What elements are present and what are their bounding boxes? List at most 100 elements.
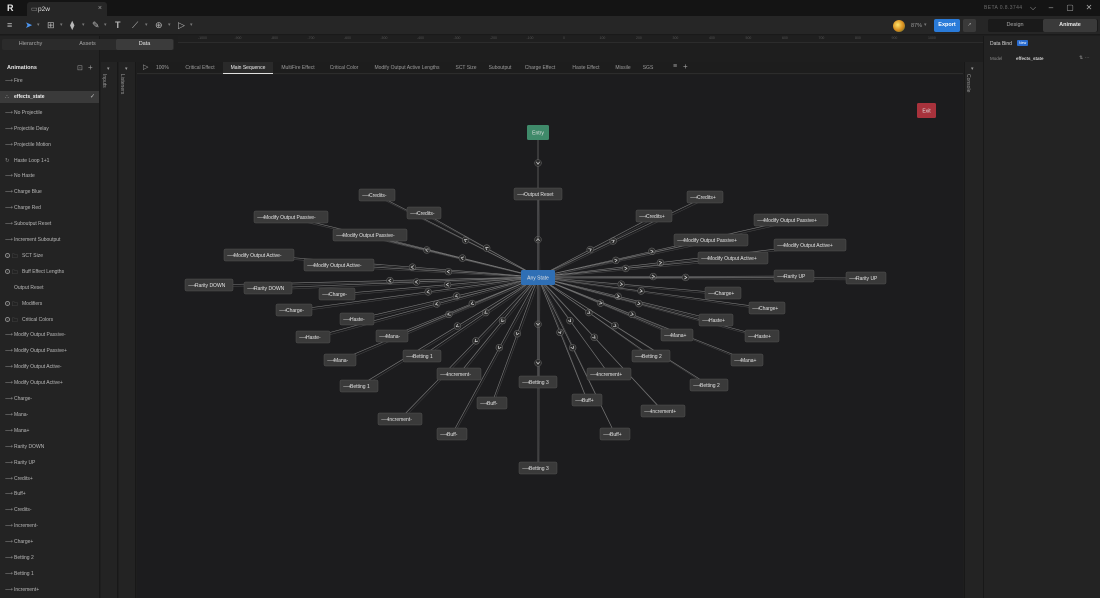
state-node[interactable]: ⟶ Buff- xyxy=(436,427,468,441)
state-node[interactable]: ⟶ Modify Output Passive+ xyxy=(753,213,829,227)
animate-mode-tab[interactable]: Animate xyxy=(1043,19,1097,32)
listeners-panel-collapsed[interactable]: ▾ Listeners xyxy=(119,62,136,598)
model-options-icon[interactable]: ⇅ ⋯ xyxy=(1079,55,1090,61)
animation-item[interactable]: ⟶ Credits+ xyxy=(0,473,99,485)
animation-item[interactable]: ↻ Haste Loop 1+1 xyxy=(0,155,99,167)
animation-item[interactable]: ⟶ Increment Suboutput xyxy=(0,234,99,246)
exit-node[interactable]: Exit xyxy=(917,103,936,118)
transition-line[interactable] xyxy=(424,214,541,279)
transition-line[interactable] xyxy=(421,276,539,357)
animation-item[interactable]: ⟶ Charge Blue xyxy=(0,186,99,198)
minimize-icon[interactable]: – xyxy=(1045,3,1057,12)
shape-tool-icon[interactable]: ⧫ xyxy=(70,20,74,30)
transition-line[interactable] xyxy=(452,277,541,437)
state-machine-item[interactable]: ⛬ effects_state ✓ xyxy=(0,90,99,103)
new-folder-icon[interactable]: ⊡ xyxy=(77,64,83,72)
close-window-icon[interactable]: ✕ xyxy=(1083,3,1095,12)
state-node[interactable]: ⟶ Modify Output Active- xyxy=(223,248,295,262)
transition-line[interactable] xyxy=(539,241,713,279)
state-node[interactable]: ⟶ Haste+ xyxy=(744,329,780,343)
state-node[interactable]: ⟶ Increment+ xyxy=(586,367,632,381)
state-node[interactable]: ⟶ Mana+ xyxy=(660,328,694,342)
state-node[interactable]: ⟶ Rarity DOWN xyxy=(184,278,234,292)
animation-item[interactable]: ⟶ Modify Output Passive+ xyxy=(0,345,99,357)
animation-item[interactable]: ⟶ Projectile Delay xyxy=(0,123,99,135)
state-node[interactable]: ⟶ Betting 3 xyxy=(518,461,558,475)
animation-item[interactable]: ⟶ Projectile Motion xyxy=(0,139,99,151)
animation-item[interactable]: ⟶ Modify Output Active- xyxy=(0,361,99,373)
transition-arrow-icon[interactable] xyxy=(637,287,645,295)
play-icon[interactable]: ▷ xyxy=(143,63,148,71)
transition-arrow-icon[interactable] xyxy=(412,278,421,286)
state-node[interactable]: ⟶ Credits+ xyxy=(635,209,673,223)
state-node[interactable]: ⟶ Credits- xyxy=(358,188,396,202)
animation-item[interactable]: ⟶ Charge+ xyxy=(0,536,99,548)
transition-line[interactable] xyxy=(537,219,792,278)
state-node[interactable]: ⟶ Charge+ xyxy=(704,286,742,300)
animation-item[interactable]: ⟶ Modify Output Active+ xyxy=(0,377,99,389)
chevron-down-icon[interactable]: ▾ xyxy=(82,22,85,28)
app-logo[interactable]: R xyxy=(7,3,17,13)
chevron-down-icon[interactable]: ▾ xyxy=(125,66,128,72)
state-node[interactable]: ⟶ Buff- xyxy=(476,396,508,410)
animation-item[interactable]: ⟶ Rarity DOWN xyxy=(0,441,99,453)
state-node[interactable]: ⟶ Rarity UP xyxy=(773,269,815,283)
transition-line[interactable] xyxy=(400,277,541,422)
collapse-icon[interactable]: ⌵ xyxy=(1027,3,1039,13)
graph-zoom[interactable]: 100% xyxy=(156,65,169,71)
animation-folder[interactable]: › 🗀 SCT Size xyxy=(0,250,99,262)
document-tab[interactable]: ▭ p2w × xyxy=(27,2,107,16)
pen-tool-icon[interactable]: ✎ xyxy=(92,20,100,30)
play-mode-icon[interactable]: ▷ xyxy=(178,20,185,30)
entry-node[interactable]: Entry xyxy=(527,125,549,140)
state-node[interactable]: ⟶ Modify Output Active+ xyxy=(773,238,847,252)
transition-line[interactable] xyxy=(539,221,793,279)
expand-folder-icon[interactable]: › xyxy=(5,300,10,306)
state-node[interactable]: ⟶ Mana- xyxy=(323,353,357,367)
state-node[interactable]: ⟶ Rarity DOWN xyxy=(243,281,293,295)
animation-item[interactable]: ⟶ Buff+ xyxy=(0,488,99,500)
transition-arrow-icon[interactable] xyxy=(649,272,657,281)
chevron-down-icon[interactable]: ▾ xyxy=(924,22,927,28)
transition-arrow-icon[interactable] xyxy=(468,299,477,308)
text-tool-icon[interactable]: T xyxy=(115,20,121,30)
transition-arrow-icon[interactable] xyxy=(495,343,504,352)
state-node[interactable]: ⟶ Betting 3 xyxy=(518,375,558,389)
transition-arrow-icon[interactable] xyxy=(568,343,577,352)
graph-canvas[interactable]: ⟶ Output Reset ⟶ Credits- ⟶ Credits- ⟶ Credits+… xyxy=(137,75,963,598)
animation-item[interactable]: ⟶ Suboutput Reset xyxy=(0,218,99,230)
add-animation-icon[interactable]: + xyxy=(88,63,93,72)
frame-tool-icon[interactable]: ⊞ xyxy=(47,20,55,30)
layer-tab[interactable]: Main Sequence xyxy=(223,62,273,74)
bone-tool-icon[interactable]: ⟋ xyxy=(132,20,138,30)
state-node[interactable]: ⟶ Credits+ xyxy=(686,190,724,204)
animation-item[interactable]: ⟶ Charge- xyxy=(0,393,99,405)
transition-line[interactable] xyxy=(537,215,655,278)
state-node[interactable]: ⟶ Output Reset xyxy=(513,187,563,201)
state-node[interactable]: ⟶ Betting 2 xyxy=(689,378,729,392)
state-node[interactable]: ⟶ Haste- xyxy=(295,330,331,344)
state-node[interactable]: ⟶ Buff+ xyxy=(571,393,603,407)
state-node[interactable]: ⟶ Haste+ xyxy=(698,313,734,327)
state-node[interactable]: ⟶ Betting 2 xyxy=(631,349,671,363)
transition-arrow-icon[interactable] xyxy=(610,321,619,330)
expand-folder-icon[interactable]: › xyxy=(5,252,10,258)
export-button[interactable]: Export xyxy=(934,19,960,32)
transition-line[interactable] xyxy=(392,277,541,339)
animation-item[interactable]: ⟶ Charge Red xyxy=(0,202,99,214)
transition-arrow-icon[interactable] xyxy=(609,236,618,245)
transition-line[interactable] xyxy=(539,277,868,281)
layer-tab[interactable]: Haste Effect xyxy=(563,62,609,74)
transition-arrow-icon[interactable] xyxy=(614,292,622,301)
transition-line[interactable] xyxy=(537,276,763,337)
console-panel-collapsed[interactable]: ▾ Console xyxy=(964,62,983,598)
chevron-down-icon[interactable]: ▾ xyxy=(190,22,193,28)
transition-line[interactable] xyxy=(539,277,617,437)
animation-item[interactable]: ⟶ No Projectile xyxy=(0,107,99,119)
layer-list-icon[interactable]: ≡ xyxy=(673,63,677,70)
select-tool-icon[interactable]: ➤ xyxy=(25,20,33,30)
transition-line[interactable] xyxy=(539,246,812,279)
state-node[interactable]: ⟶ Betting 1 xyxy=(339,379,379,393)
animation-item[interactable]: ⟶ Mana+ xyxy=(0,425,99,437)
transition-arrow-icon[interactable] xyxy=(461,236,470,245)
